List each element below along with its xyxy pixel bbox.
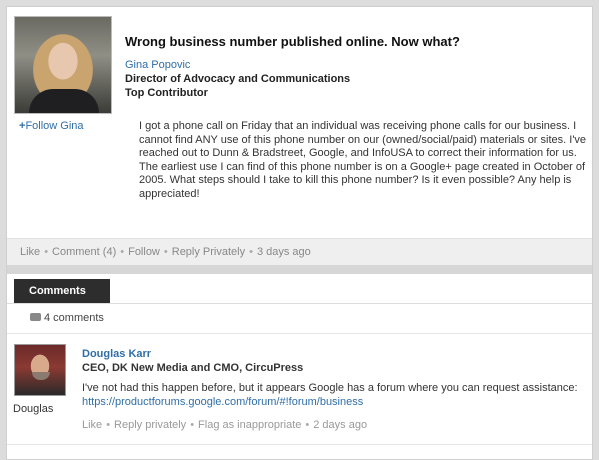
comment-count: 4 comments xyxy=(30,312,104,324)
follow-gina-label: Follow Gina xyxy=(25,120,84,132)
comment-text: I've not had this happen before, but it … xyxy=(82,382,578,394)
avatar-beard xyxy=(32,372,50,380)
follow-link[interactable]: Follow xyxy=(128,246,160,258)
comment-reply-privately-link[interactable]: Reply privately xyxy=(114,419,186,431)
separator-dot: • xyxy=(44,246,49,258)
separator-dot: • xyxy=(190,419,195,431)
commenter-name-link[interactable]: Douglas Karr xyxy=(82,348,151,360)
tab-comments[interactable]: Comments xyxy=(14,279,110,303)
post-timestamp: 3 days ago xyxy=(256,246,311,258)
separator-dot: • xyxy=(120,246,125,258)
comment-body: I've not had this happen before, but it … xyxy=(82,382,587,409)
avatar-shoulders xyxy=(29,89,99,113)
author-name-link[interactable]: Gina Popovic xyxy=(125,59,190,71)
divider xyxy=(7,333,592,334)
separator-dot: • xyxy=(106,419,111,431)
post-title[interactable]: Wrong business number published online. … xyxy=(125,34,460,49)
follow-gina-link[interactable]: +Follow Gina xyxy=(19,120,84,132)
section-divider xyxy=(7,265,592,274)
comment-action-bar: Like • Reply privately • Flag as inappropria… xyxy=(82,419,367,431)
reply-privately-link[interactable]: Reply Privately xyxy=(172,246,245,258)
post-card: +Follow Gina Wrong business number publi… xyxy=(7,7,592,265)
comment-link[interactable]: Comment (4) xyxy=(52,246,116,258)
avatar-gina[interactable] xyxy=(14,16,112,114)
like-link[interactable]: Like xyxy=(20,246,40,258)
tab-underline xyxy=(7,303,592,304)
comment-like-link[interactable]: Like xyxy=(82,419,102,431)
separator-dot: • xyxy=(163,246,168,258)
avatar-douglas[interactable] xyxy=(14,344,66,396)
avatar-caption[interactable]: Douglas xyxy=(13,403,53,415)
comment-bubble-icon xyxy=(30,313,41,321)
author-role: Director of Advocacy and Communications xyxy=(125,73,351,85)
divider xyxy=(7,444,592,445)
separator-dot: • xyxy=(249,246,253,258)
comment-count-label: 4 comments xyxy=(44,312,104,324)
post-action-bar: Like • Comment (4) • Follow • Reply Privately •… xyxy=(7,238,592,265)
post-body: I got a phone call on Friday that an ind… xyxy=(139,120,587,200)
comment-url-link[interactable]: https://productforums.google.com/forum/#… xyxy=(82,396,363,408)
author-badge: Top Contributor xyxy=(125,87,208,99)
flag-inappropriate-link[interactable]: Flag as inappropriate xyxy=(198,419,301,431)
discussion-panel: +Follow Gina Wrong business number publi… xyxy=(6,6,593,460)
commenter-role: CEO, DK New Media and CMO, CircuPress xyxy=(82,362,304,374)
separator-dot: • xyxy=(305,419,310,431)
comment-timestamp: 2 days ago xyxy=(313,419,368,431)
